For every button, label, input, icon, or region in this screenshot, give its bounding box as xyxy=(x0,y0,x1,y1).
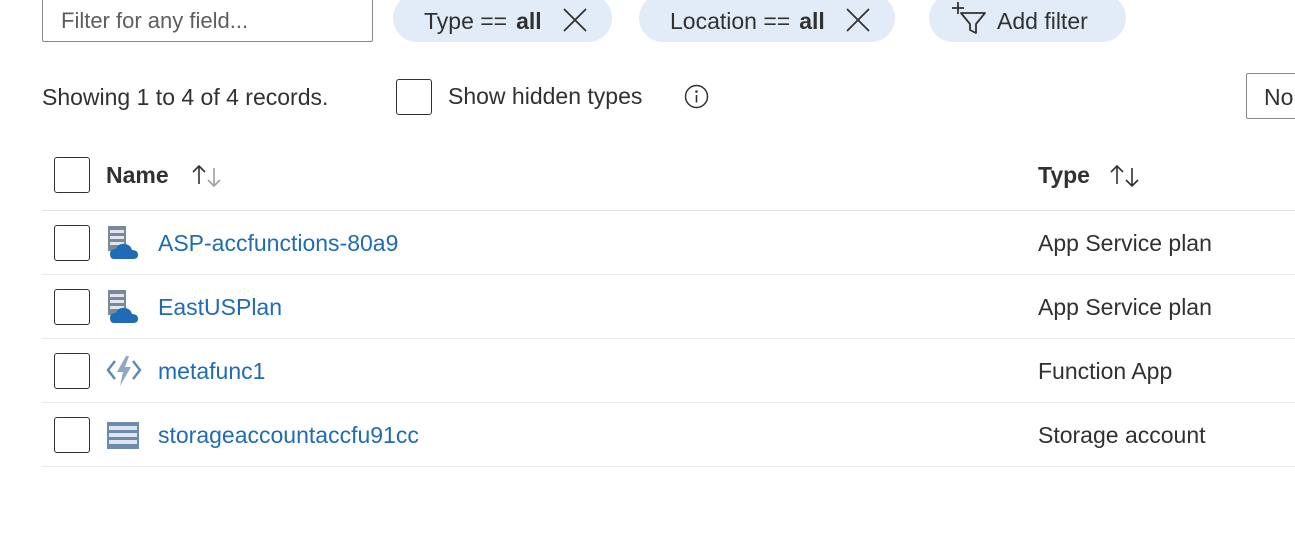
show-hidden-types-label: Show hidden types xyxy=(448,83,643,109)
add-filter-icon xyxy=(949,0,989,36)
resource-link[interactable]: EastUSPlan xyxy=(158,294,282,321)
add-filter-button[interactable]: Add filter xyxy=(929,0,1126,42)
type-filter-value: all xyxy=(516,7,542,34)
resource-type: Function App xyxy=(1038,358,1173,384)
location-filter-pill[interactable]: Location == all xyxy=(639,0,895,42)
row-checkbox[interactable] xyxy=(54,353,90,389)
app-service-plan-icon xyxy=(106,289,140,325)
select-all-checkbox[interactable] xyxy=(54,157,90,193)
type-filter-pill[interactable]: Type == all xyxy=(393,0,612,42)
resource-type: App Service plan xyxy=(1038,294,1212,320)
table-row[interactable]: metafunc1 Function App xyxy=(42,339,1295,403)
records-count: Showing 1 to 4 of 4 records. xyxy=(42,84,329,110)
app-service-plan-icon xyxy=(106,225,140,261)
location-filter-value: all xyxy=(799,7,825,34)
location-filter-label: Location == xyxy=(670,7,791,34)
add-filter-label: Add filter xyxy=(997,7,1088,34)
resource-link[interactable]: ASP-accfunctions-80a9 xyxy=(158,230,398,257)
table-row[interactable]: storageaccountaccfu91cc Storage account xyxy=(42,403,1295,467)
column-header-name[interactable]: Name xyxy=(106,162,169,189)
table-row[interactable]: ASP-accfunctions-80a9 App Service plan xyxy=(42,211,1295,275)
column-header-type[interactable]: Type xyxy=(1038,162,1090,189)
resource-type: Storage account xyxy=(1038,422,1206,448)
row-checkbox[interactable] xyxy=(54,289,90,325)
show-hidden-types-checkbox[interactable] xyxy=(396,79,432,115)
row-checkbox[interactable] xyxy=(54,225,90,261)
function-app-icon xyxy=(106,353,142,389)
resources-table: Name Type ASP-accfunctions-80a9 App Serv… xyxy=(42,140,1295,467)
storage-account-icon xyxy=(106,417,140,453)
close-icon[interactable] xyxy=(562,7,588,33)
row-checkbox[interactable] xyxy=(54,417,90,453)
filter-input[interactable] xyxy=(42,0,373,42)
sort-arrows-icon[interactable] xyxy=(190,162,224,190)
close-icon[interactable] xyxy=(845,7,871,33)
resource-type: App Service plan xyxy=(1038,230,1212,256)
sort-arrows-icon[interactable] xyxy=(1108,162,1142,190)
resource-link[interactable]: metafunc1 xyxy=(158,358,265,385)
info-icon[interactable] xyxy=(684,84,709,109)
table-row[interactable]: EastUSPlan App Service plan xyxy=(42,275,1295,339)
resource-link[interactable]: storageaccountaccfu91cc xyxy=(158,422,419,449)
table-header: Name Type xyxy=(42,140,1295,211)
view-dropdown[interactable]: No xyxy=(1246,73,1295,119)
type-filter-label: Type == xyxy=(424,7,508,34)
